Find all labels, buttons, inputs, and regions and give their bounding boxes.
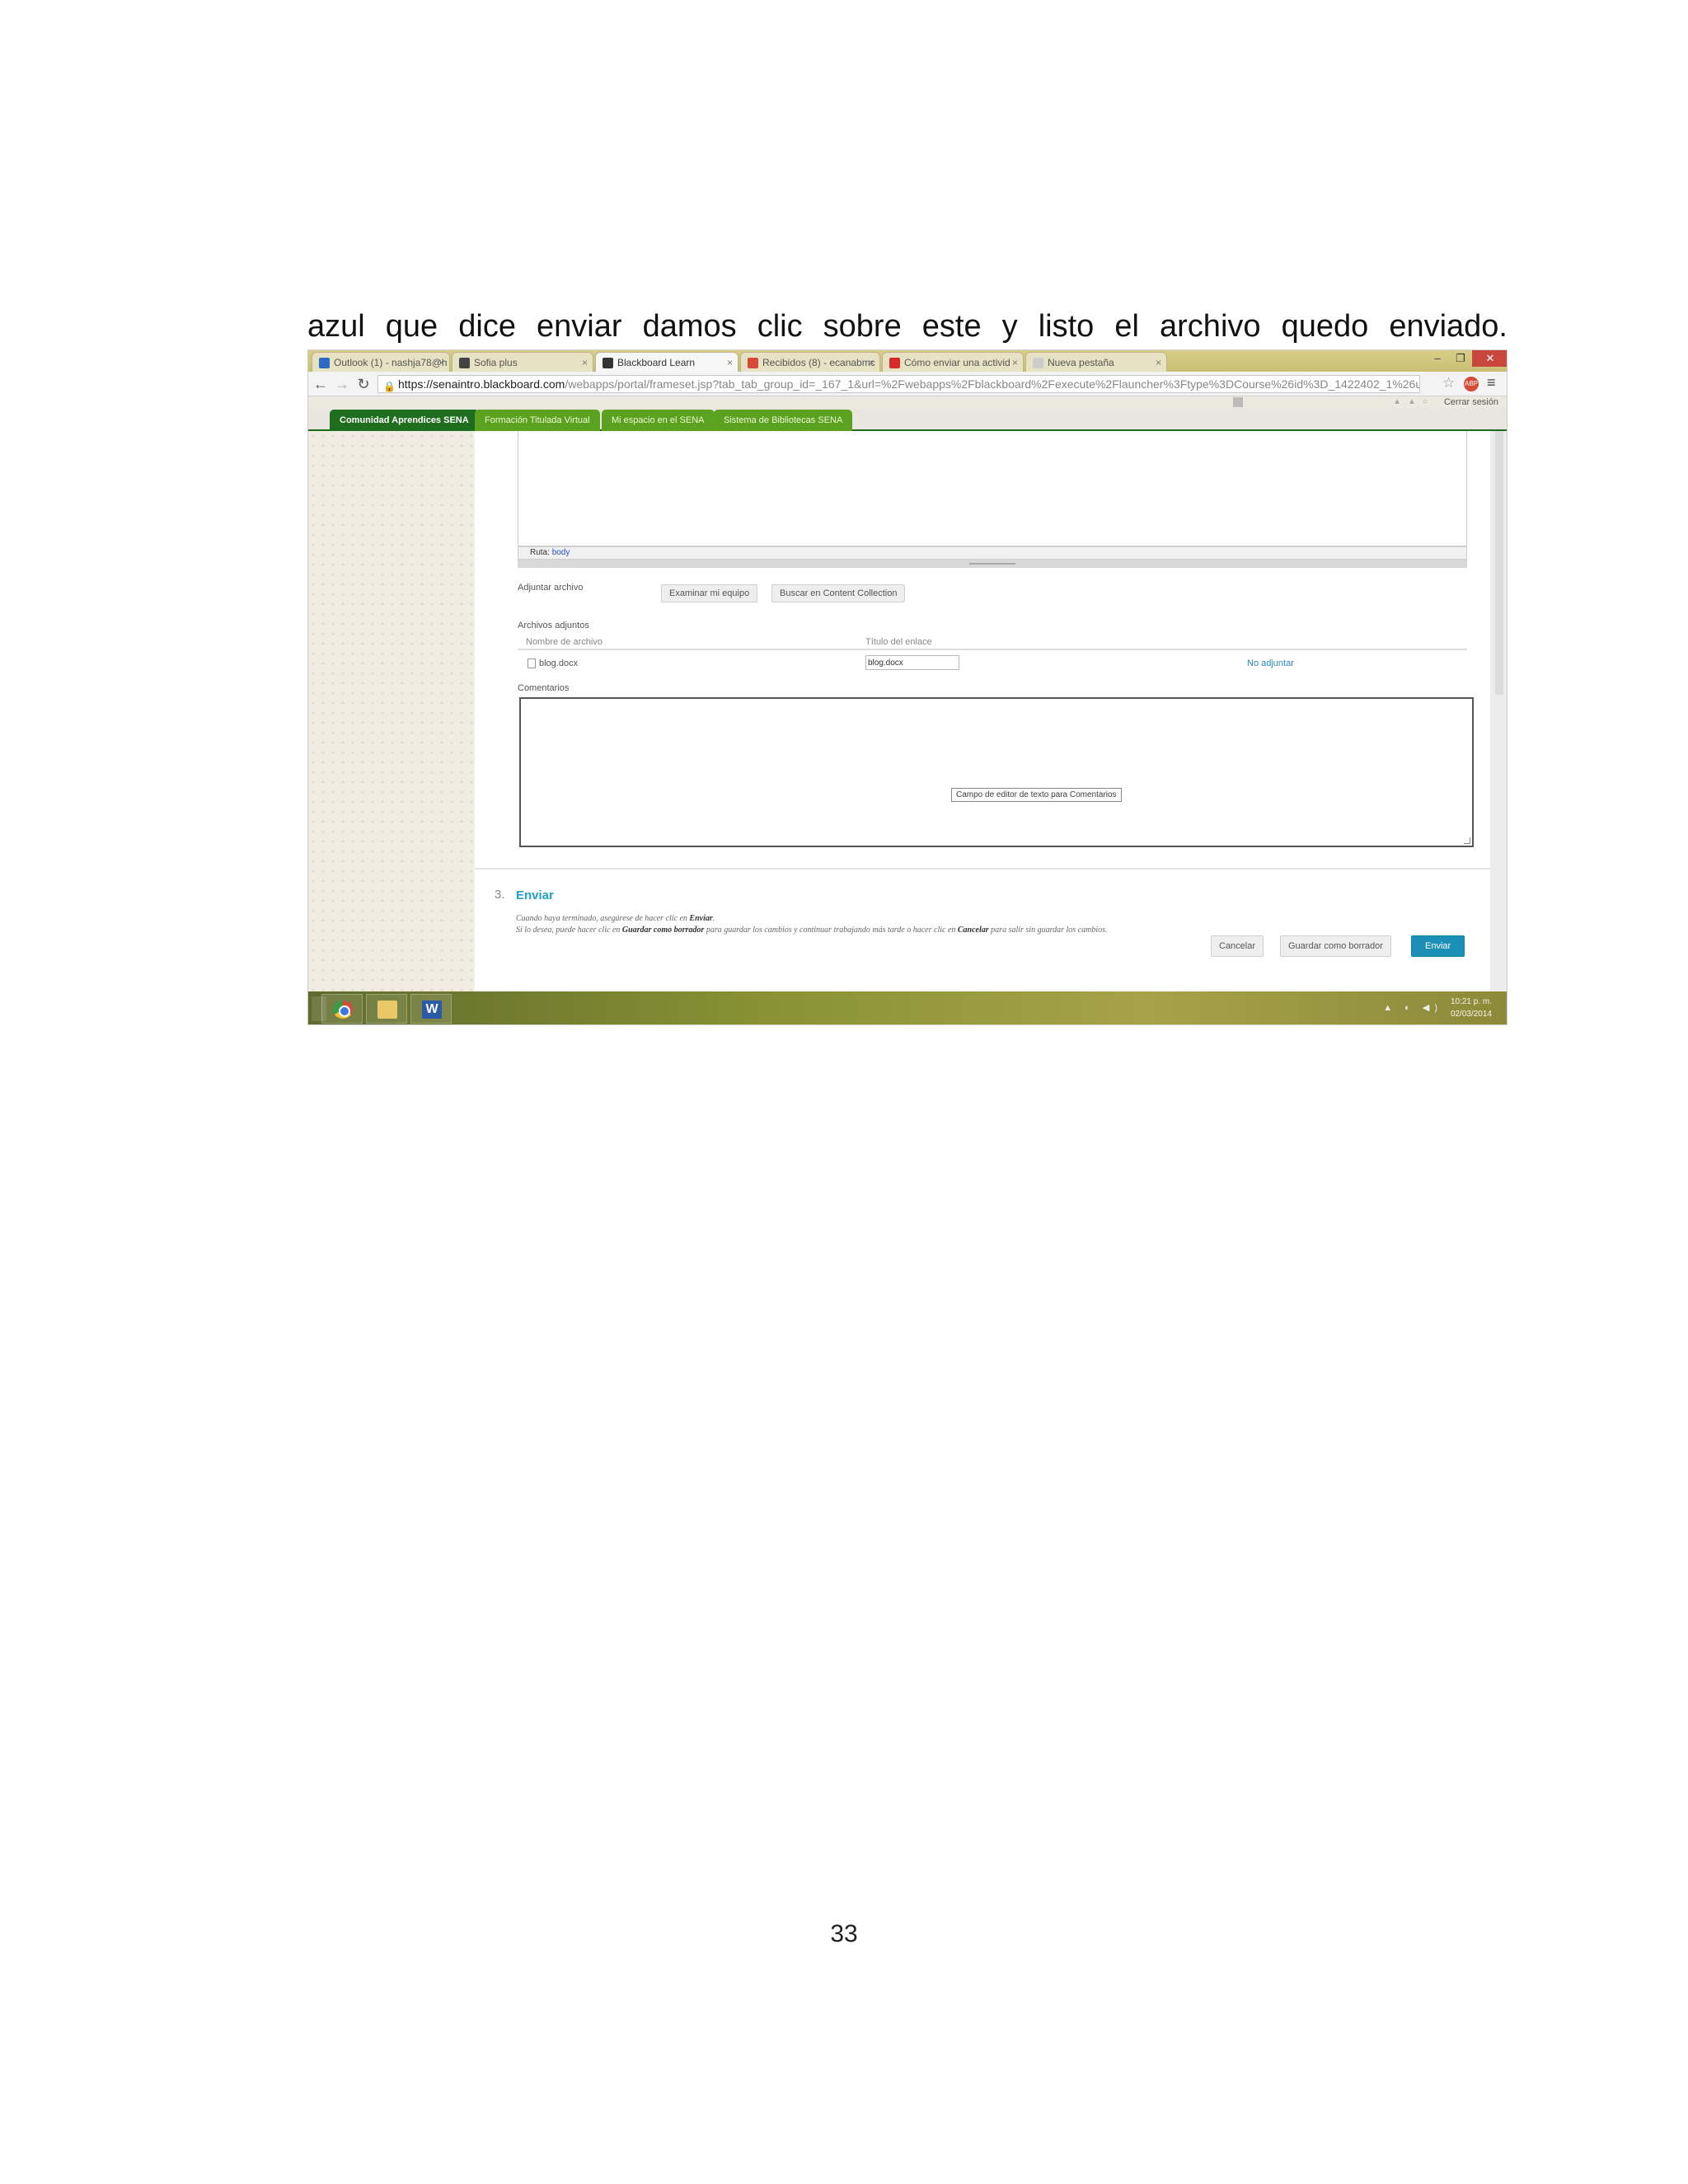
save-draft-button[interactable]: Guardar como borrador [1280, 935, 1391, 957]
tab-label: Recibidos (8) - ecanabmc [762, 357, 875, 368]
reload-icon[interactable]: ↻ [354, 375, 373, 393]
taskbar-explorer[interactable] [366, 994, 407, 1024]
taskbar-chrome[interactable] [321, 994, 363, 1024]
tab-label: Outlook (1) - nashja78@h [334, 357, 448, 368]
tab-formacion-titulada[interactable]: Formación Titulada Virtual [475, 410, 600, 431]
section-divider [475, 868, 1490, 869]
embedded-screenshot: Outlook (1) - nashja78@h × Sofia plus × … [307, 349, 1507, 1025]
close-icon[interactable]: × [727, 353, 733, 372]
path-label: Ruta: [530, 548, 550, 557]
detach-link[interactable]: No adjuntar [1247, 658, 1294, 668]
system-tray-icons[interactable]: ▲ ◐ ◀) [1383, 1002, 1442, 1013]
address-bar[interactable]: 🔒 https://senaintro.blackboard.com/webap… [377, 375, 1420, 393]
document-icon [528, 658, 536, 668]
cancel-button[interactable]: Cancelar [1211, 935, 1264, 957]
clock-time: 10:21 p. m. [1450, 997, 1492, 1006]
browser-tab-youtube[interactable]: Cómo enviar una activid × [882, 352, 1024, 372]
window-controls: – ❐ ✕ [1426, 350, 1507, 367]
url-path: /webapps/portal/frameset.jsp?tab_tab_gro… [565, 377, 1420, 391]
outlook-icon [319, 358, 330, 368]
browser-tab-gmail[interactable]: Recibidos (8) - ecanabmc × [740, 352, 880, 372]
user-icon[interactable] [1233, 397, 1243, 407]
content-collection-button[interactable]: Buscar en Content Collection [771, 584, 906, 602]
close-icon[interactable]: × [1156, 353, 1161, 372]
browser-tab-blackboard[interactable]: Blackboard Learn × [595, 352, 738, 372]
submit-button[interactable]: Enviar [1411, 935, 1465, 957]
path-value[interactable]: body [552, 548, 570, 557]
comments-tooltip: Campo de editor de texto para Comentario… [951, 788, 1122, 802]
forward-arrow-icon[interactable]: → [333, 375, 351, 393]
sofia-icon [459, 358, 470, 368]
gmail-icon [748, 358, 758, 368]
assignment-form: Ruta: body Adjuntar archivo Examinar mi … [475, 431, 1490, 991]
submit-instruction-1: Cuando haya terminado, asegúrese de hace… [516, 914, 715, 923]
col-filename: Nombre de archivo [526, 637, 603, 647]
new-tab-icon [1033, 358, 1043, 368]
document-paragraph-line: azul que dice enviar damos clic sobre es… [307, 309, 1507, 344]
browser-tab-sofia[interactable]: Sofia plus × [452, 352, 593, 372]
page-number: 33 [830, 1920, 858, 1947]
tab-label: Blackboard Learn [617, 357, 696, 368]
minimize-icon[interactable]: – [1426, 350, 1449, 367]
file-name: blog.docx [539, 658, 579, 668]
taskbar-word[interactable]: W [410, 994, 452, 1024]
tab-label: Sofia plus [474, 357, 518, 368]
close-icon[interactable]: × [1012, 353, 1018, 372]
submit-instruction-2: Si lo desea, puede hacer clic en Guardar… [516, 926, 1108, 935]
resize-handle-icon[interactable] [1464, 837, 1470, 844]
back-arrow-icon[interactable]: ← [312, 375, 330, 393]
attached-files-label: Archivos adjuntos [518, 621, 589, 630]
comments-editor[interactable]: Campo de editor de texto para Comentario… [519, 697, 1474, 847]
clock-date: 02/03/2014 [1450, 1010, 1492, 1019]
editor-resize-handle[interactable] [518, 560, 1467, 568]
grip-icon [969, 563, 1015, 565]
url-host: https://senaintro.blackboard.com [398, 377, 565, 391]
comments-label: Comentarios [518, 683, 570, 693]
tab-sistema-bibliotecas[interactable]: Sistema de Bibliotecas SENA [714, 410, 853, 431]
bookmark-star-icon[interactable]: ☆ [1442, 375, 1455, 391]
portal-tab-nav: Comunidad Aprendices SENA Formación Titu… [308, 408, 1507, 431]
windows-taskbar: W ▲ ◐ ◀) 10:21 p. m. 02/03/2014 [308, 991, 1507, 1024]
menu-icon[interactable]: ≡ [1487, 374, 1496, 391]
topbar-icons: ▲▲○ [1393, 397, 1434, 406]
tab-label: Nueva pestaña [1048, 357, 1114, 368]
step-title: Enviar [516, 888, 554, 902]
close-icon[interactable]: × [869, 353, 874, 372]
window-close-icon[interactable]: ✕ [1472, 350, 1507, 367]
blackboard-icon [603, 358, 613, 368]
scrollbar-thumb[interactable] [1495, 431, 1503, 695]
folder-icon [377, 1001, 397, 1019]
browser-tab-new[interactable]: Nueva pestaña × [1025, 352, 1167, 372]
attach-file-label: Adjuntar archivo [518, 583, 584, 593]
browse-computer-button[interactable]: Examinar mi equipo [661, 584, 758, 602]
word-icon: W [422, 1001, 442, 1019]
browser-tab-outlook[interactable]: Outlook (1) - nashja78@h × [312, 352, 450, 372]
page-scrollbar[interactable] [1490, 431, 1507, 991]
table-row: blog.docx No adjuntar [518, 655, 1467, 673]
col-link-title: Título del enlace [865, 637, 932, 647]
left-sidebar [308, 431, 473, 991]
close-icon[interactable]: × [582, 353, 588, 372]
browser-toolbar: ← → ↻ 🔒 https://senaintro.blackboard.com… [308, 372, 1507, 396]
editor-path-bar: Ruta: body [518, 546, 1467, 560]
close-icon[interactable]: × [438, 353, 444, 372]
restore-icon[interactable]: ❐ [1449, 350, 1472, 367]
tab-mi-espacio[interactable]: Mi espacio en el SENA [602, 410, 715, 431]
lock-icon: 🔒 [383, 381, 396, 392]
adblock-extension-icon[interactable]: ABP [1464, 377, 1479, 391]
browser-tab-strip: Outlook (1) - nashja78@h × Sofia plus × … [308, 350, 1507, 372]
chrome-icon [333, 1001, 353, 1019]
logout-link[interactable]: Cerrar sesión [1444, 396, 1498, 408]
site-topbar: ▲▲○ Cerrar sesión [308, 396, 1507, 408]
step-number: 3. [495, 888, 505, 902]
attached-files-header: Nombre de archivo Título del enlace [518, 635, 1467, 650]
youtube-icon [889, 358, 900, 368]
tab-comunidad-aprendices[interactable]: Comunidad Aprendices SENA [330, 410, 479, 431]
link-title-input[interactable] [865, 655, 959, 670]
taskbar-clock[interactable]: 10:21 p. m. 02/03/2014 [1451, 996, 1492, 1020]
tab-label: Cómo enviar una activid [904, 357, 1010, 368]
submission-text-editor[interactable] [518, 431, 1467, 546]
